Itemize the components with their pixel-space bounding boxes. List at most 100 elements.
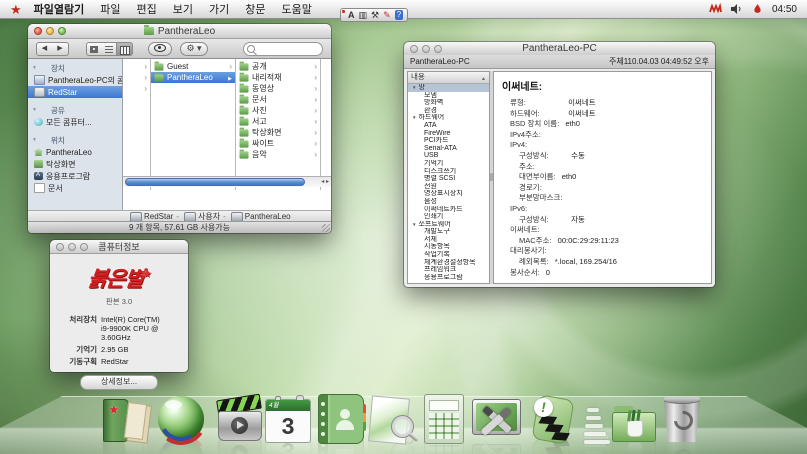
column-view-button[interactable] xyxy=(116,42,133,56)
minimize-button[interactable] xyxy=(422,45,430,53)
tree-item[interactable]: 인쇄기 xyxy=(408,213,489,221)
error-reporter-dock-icon[interactable] xyxy=(526,394,578,444)
tree-item[interactable]: 환경 xyxy=(408,107,489,115)
tree-header[interactable]: 내용 xyxy=(408,72,489,84)
tree-item[interactable]: 모뎀 xyxy=(408,92,489,100)
tree-item[interactable]: 디스크쓰기 xyxy=(408,168,489,176)
menu-item[interactable]: 보기 xyxy=(173,1,193,17)
tree-item[interactable]: 망 xyxy=(408,84,489,92)
sidebar-item[interactable]: 위치 xyxy=(28,134,122,146)
icon-view-button[interactable] xyxy=(86,42,102,56)
column-item[interactable]: 싸이트 xyxy=(236,138,320,149)
sidebar-item[interactable]: 공유 xyxy=(28,104,122,116)
sidebar-item[interactable]: RedStar xyxy=(28,86,122,98)
tree-item[interactable]: 개발도구 xyxy=(408,228,489,236)
menu-item[interactable]: 편집 xyxy=(137,1,157,17)
close-button[interactable] xyxy=(56,243,64,251)
sidebar-item[interactable]: 응용프로그람 xyxy=(28,170,122,182)
minimize-button[interactable] xyxy=(68,243,76,251)
back-button[interactable]: ◀ xyxy=(36,42,53,56)
trash-dock-icon[interactable] xyxy=(658,394,706,444)
ime-toolbar-icon[interactable]: ▥ xyxy=(359,10,368,21)
calculator-dock-icon[interactable] xyxy=(424,394,464,444)
document-viewer-dock-icon[interactable] xyxy=(364,394,414,444)
downloads-folder-dock-icon[interactable] xyxy=(612,400,656,444)
tree-item[interactable]: 병렬 SCSI xyxy=(408,175,489,183)
column-item[interactable]: Guest xyxy=(151,61,235,72)
tree-item[interactable]: 기억기 xyxy=(408,160,489,168)
sidebar-item[interactable]: PantheraLeo-PC의 콤퓨터 xyxy=(28,74,122,86)
forward-button[interactable]: ▶ xyxy=(52,42,69,56)
path-crumb[interactable]: RedStar xyxy=(125,212,173,222)
tree-item[interactable]: Serial-ATA xyxy=(408,145,489,153)
tree-item[interactable]: 프레임워크 xyxy=(408,266,489,274)
ime-flag-icon[interactable] xyxy=(709,3,722,15)
column-item[interactable] xyxy=(123,83,150,94)
list-view-button[interactable] xyxy=(101,42,117,56)
sidebar-item[interactable]: 탁상화면 xyxy=(28,158,122,170)
sidebar-item[interactable]: PantheraLeo xyxy=(28,146,122,158)
system-utilities-dock-icon[interactable] xyxy=(470,394,522,444)
volume-icon[interactable] xyxy=(730,3,743,15)
path-crumb[interactable]: - PantheraLeo xyxy=(223,212,291,222)
about-title-bar[interactable]: 콤퓨터정보 xyxy=(50,240,188,254)
column-item[interactable]: 동영상 xyxy=(236,83,320,94)
column-item[interactable] xyxy=(123,61,150,72)
tree-item[interactable]: 시동항목 xyxy=(408,243,489,251)
tree-item[interactable]: FireWire xyxy=(408,130,489,138)
tree-item[interactable]: 작업기록 xyxy=(408,251,489,259)
horizontal-scrollbar[interactable]: ◂ ▸ xyxy=(123,176,331,187)
column-item[interactable]: 문서 xyxy=(236,94,320,105)
zoom-button[interactable] xyxy=(58,27,66,35)
tree-item[interactable]: 서체 xyxy=(408,236,489,244)
ime-toolbar-icon[interactable]: A xyxy=(348,10,355,20)
close-button[interactable] xyxy=(410,45,418,53)
file-browser-window[interactable]: PantheraLeo ◀ ▶ ⚙ ▾ 장치 xyxy=(28,24,331,233)
close-button[interactable] xyxy=(34,27,42,35)
tree-item[interactable]: ATA xyxy=(408,122,489,130)
zoom-button[interactable] xyxy=(434,45,442,53)
ime-toolbar-icon[interactable]: ✎ xyxy=(383,10,391,21)
minimize-button[interactable] xyxy=(46,27,54,35)
battery-flame-icon[interactable] xyxy=(751,3,764,15)
scrollbar-thumb[interactable] xyxy=(125,178,305,186)
menu-item[interactable]: 창문 xyxy=(245,1,265,17)
quick-look-button[interactable] xyxy=(148,42,172,56)
clock[interactable]: 04:50 xyxy=(772,4,797,15)
menu-item[interactable]: 도움말 xyxy=(282,1,312,17)
finder-title-bar[interactable]: PantheraLeo xyxy=(28,24,331,39)
ime-toolbar-icon[interactable]: ? xyxy=(395,10,403,20)
tree-item[interactable]: 음성 xyxy=(408,198,489,206)
movie-player-dock-icon[interactable] xyxy=(214,394,264,444)
red-star-menu-icon[interactable]: ★ xyxy=(10,0,22,19)
profiler-title-bar[interactable]: PantheraLeo-PC xyxy=(404,42,715,56)
sidebar-item[interactable]: 장치 xyxy=(28,62,122,74)
file-manager-dock-icon[interactable] xyxy=(100,394,148,444)
tree-item[interactable]: 쏘프트웨어 xyxy=(408,221,489,229)
tree-item[interactable]: PCI카드 xyxy=(408,137,489,145)
input-method-toolbar[interactable]: A ▥ ⚒ ✎ ? xyxy=(340,8,408,22)
tree-item[interactable]: 영상표시장치 xyxy=(408,190,489,198)
tree-item[interactable]: 전원 xyxy=(408,183,489,191)
column-item[interactable]: 음악 xyxy=(236,149,320,160)
computer-info-window[interactable]: 콤퓨터정보 붉은별 판본 3.0 처리장치 Intel(R) Core(TM) … xyxy=(50,240,188,372)
column-item[interactable]: 내리적재 xyxy=(236,72,320,83)
action-menu-button[interactable]: ⚙ ▾ xyxy=(180,42,208,56)
system-profiler-window[interactable]: PantheraLeo-PC PantheraLeo-PC 주체110.04.0… xyxy=(404,42,715,287)
calendar-dock-icon[interactable]: 4월 3 xyxy=(265,399,311,443)
address-book-dock-icon[interactable] xyxy=(318,394,364,444)
column-item[interactable]: PantheraLeo xyxy=(151,72,235,83)
column-item[interactable]: 서고 xyxy=(236,116,320,127)
zoom-button[interactable] xyxy=(80,243,88,251)
column-item[interactable]: 공개 xyxy=(236,61,320,72)
column-item[interactable] xyxy=(123,72,150,83)
app-menu[interactable]: 파일열람기 xyxy=(34,1,85,17)
menu-item[interactable]: 가기 xyxy=(209,1,229,17)
tree-item[interactable]: 응용프로그람 xyxy=(408,274,489,282)
ime-toolbar-icon[interactable]: ⚒ xyxy=(371,10,379,21)
tree-item[interactable]: 하드웨어 xyxy=(408,114,489,122)
scrollbar-arrows[interactable]: ◂ ▸ xyxy=(321,178,329,185)
tree-item[interactable]: 이써네트카드 xyxy=(408,206,489,214)
web-browser-dock-icon[interactable] xyxy=(156,394,206,444)
sidebar-item[interactable]: 모든 콤퓨터... xyxy=(28,116,122,128)
